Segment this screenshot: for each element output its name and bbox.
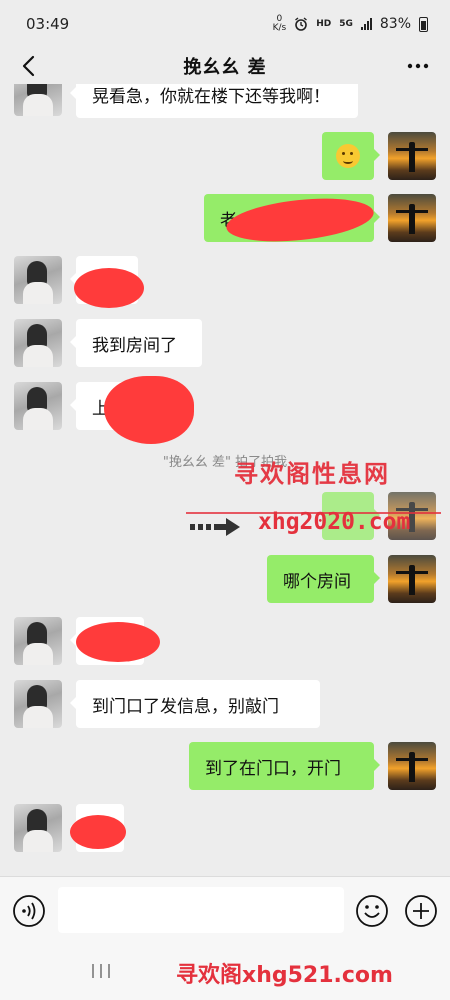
more-functions-icon[interactable] <box>404 894 438 928</box>
status-bar: 03:49 0 K/s HD 5G 83% <box>0 0 450 48</box>
contact-avatar[interactable] <box>14 84 62 116</box>
message-text: 到门口了发信息，别敲门 <box>92 696 279 717</box>
message-bubble-incoming[interactable]: 我到房间了 <box>70 319 202 367</box>
message-bubble-outgoing[interactable]: 哪个房间 <box>267 555 380 603</box>
redaction-mark <box>104 376 194 444</box>
battery-icon <box>419 16 428 32</box>
more-options-icon[interactable] <box>404 52 432 80</box>
thinking-face-icon <box>336 144 360 168</box>
redaction-mark <box>70 815 126 849</box>
watermark-arrow-icon <box>190 518 240 536</box>
contact-avatar[interactable] <box>14 256 62 304</box>
message-input[interactable] <box>58 887 344 933</box>
back-arrow-icon[interactable] <box>16 52 44 80</box>
message-bubble-incoming[interactable]: 到门口了发信息，别敲门 <box>70 680 320 728</box>
my-avatar[interactable] <box>388 742 436 790</box>
contact-avatar[interactable] <box>14 804 62 852</box>
contact-avatar[interactable] <box>14 319 62 367</box>
contact-avatar[interactable] <box>14 382 62 430</box>
voice-input-icon[interactable] <box>12 894 46 928</box>
chat-title: 挽幺幺 差 <box>183 57 267 78</box>
status-icons: 0 K/s HD 5G 83% <box>273 15 428 33</box>
chat-header: 挽幺幺 差 <box>0 48 450 84</box>
hd-label: HD <box>316 19 332 29</box>
my-avatar[interactable] <box>388 132 436 180</box>
alarm-icon <box>295 17 308 31</box>
message-text: 晃看急，你就在楼下还等我啊！ <box>92 86 330 107</box>
my-avatar[interactable] <box>388 555 436 603</box>
message-text: 哪个房间 <box>283 571 351 592</box>
redaction-mark <box>74 268 144 308</box>
message-text: 我到房间了 <box>92 335 177 356</box>
contact-avatar[interactable] <box>14 617 62 665</box>
emoji-picker-icon[interactable] <box>355 894 389 928</box>
message-bubble-incoming[interactable]: 晃看急，你就在楼下还等我啊！ <box>70 84 358 118</box>
my-avatar[interactable] <box>388 194 436 242</box>
message-bubble-outgoing[interactable]: 到了在门口，开门 <box>189 742 380 790</box>
signal-icon <box>360 18 372 30</box>
watermark-url: xhg2020.com <box>258 509 411 535</box>
battery-percent: 83% <box>379 16 411 32</box>
contact-avatar[interactable] <box>14 680 62 728</box>
input-bar <box>0 876 450 942</box>
message-bubble-outgoing[interactable] <box>322 132 380 180</box>
footer-watermark: 寻欢阁xhg521.com <box>176 963 393 988</box>
watermark-site-name: 寻欢阁性息网 <box>234 460 390 488</box>
network-type: 5G <box>339 19 353 29</box>
recent-apps-icon[interactable] <box>90 962 112 980</box>
status-time: 03:49 <box>26 15 70 33</box>
message-text: 到了在门口，开门 <box>205 758 341 779</box>
net-speed: 0 K/s <box>272 14 287 33</box>
redaction-mark <box>76 622 160 662</box>
